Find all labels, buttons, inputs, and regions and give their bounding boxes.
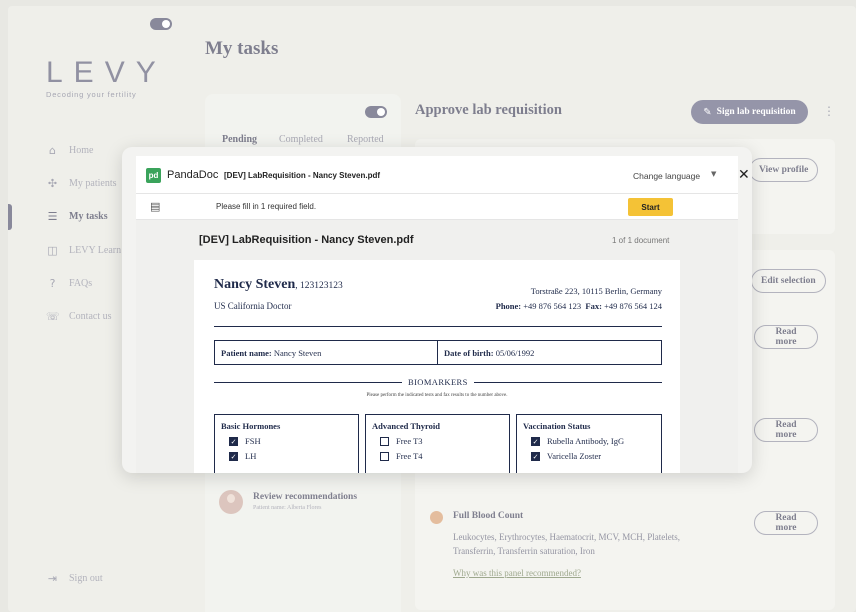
divider bbox=[474, 382, 662, 383]
checkbox-label: Free T4 bbox=[396, 451, 423, 461]
checkbox-label: Varicella Zoster bbox=[547, 451, 602, 461]
change-language-button[interactable]: Change language bbox=[633, 171, 700, 181]
section-vaccination-status: Vaccination Status ✓ Rubella Antibody, Ig… bbox=[516, 414, 662, 473]
document-count: 1 of 1 document bbox=[612, 236, 670, 245]
phone-value: +49 876 564 123 bbox=[523, 301, 582, 311]
doctor-id: , 123123123 bbox=[295, 281, 343, 291]
chevron-down-icon[interactable]: ▼ bbox=[711, 170, 716, 178]
dob-label: Date of birth: bbox=[444, 347, 494, 358]
document-name: [DEV] LabRequisition - Nancy Steven.pdf bbox=[199, 234, 414, 246]
patient-name-field: Patient name: Nancy Steven bbox=[214, 340, 438, 365]
checkbox-checked-icon[interactable]: ✓ bbox=[229, 436, 238, 446]
patient-value: Nancy Steven bbox=[273, 347, 322, 358]
checkbox-checked-icon[interactable]: ✓ bbox=[531, 436, 540, 446]
file-title: [DEV] LabRequisition - Nancy Steven.pdf bbox=[224, 171, 381, 180]
pandadoc-toolbar: ▤ Please fill in 1 required field. Start bbox=[136, 194, 738, 220]
doctor-role: US California Doctor bbox=[214, 301, 292, 311]
checkbox-row[interactable]: ✓ Varicella Zoster bbox=[531, 451, 661, 461]
doctor-contact: Phone: +49 876 564 123 Fax: +49 876 564 … bbox=[496, 301, 662, 311]
checkbox-label: Free T3 bbox=[396, 436, 423, 446]
phone-label: Phone: bbox=[495, 301, 522, 311]
section-title: Vaccination Status bbox=[523, 421, 591, 431]
divider bbox=[214, 382, 402, 383]
section-title: Advanced Thyroid bbox=[372, 421, 440, 431]
doctor-address: Torstraße 223, 10115 Berlin, Germany bbox=[530, 286, 662, 296]
dob-value: 05/06/1992 bbox=[495, 347, 535, 358]
pandadoc-logo-icon: pd bbox=[146, 168, 161, 183]
checkbox-row[interactable]: Free T4 bbox=[380, 451, 509, 461]
checkbox-row[interactable]: ✓ FSH bbox=[229, 436, 358, 446]
document-page: Nancy Steven, 123123123 US California Do… bbox=[194, 260, 680, 473]
biomarkers-label: BIOMARKERS bbox=[408, 377, 468, 387]
checkbox-checked-icon[interactable]: ✓ bbox=[531, 451, 540, 461]
start-button[interactable]: Start bbox=[628, 198, 673, 216]
section-advanced-thyroid: Advanced Thyroid Free T3 Free T4 bbox=[365, 414, 510, 473]
section-title: Basic Hormones bbox=[221, 421, 281, 431]
dob-field: Date of birth: 05/06/1992 bbox=[438, 340, 662, 365]
patient-label: Patient name: bbox=[221, 347, 272, 358]
checkbox-empty-icon[interactable] bbox=[380, 451, 389, 461]
biomarkers-note: Please perform the indicated tests and f… bbox=[366, 393, 508, 398]
pandadoc-brand: PandaDoc bbox=[167, 169, 219, 181]
pandadoc-modal: pd PandaDoc [DEV] LabRequisition - Nancy… bbox=[122, 147, 752, 473]
document-icon[interactable]: ▤ bbox=[150, 200, 160, 213]
doctor-name: Nancy Steven, 123123123 bbox=[214, 277, 343, 293]
divider bbox=[214, 326, 662, 327]
biomarkers-heading: BIOMARKERS bbox=[214, 377, 662, 387]
doctor-name-text: Nancy Steven bbox=[214, 277, 296, 292]
required-field-message: Please fill in 1 required field. bbox=[216, 202, 317, 211]
checkbox-checked-icon[interactable]: ✓ bbox=[229, 451, 238, 461]
checkbox-row[interactable]: Free T3 bbox=[380, 436, 509, 446]
document-viewer[interactable]: [DEV] LabRequisition - Nancy Steven.pdf … bbox=[136, 220, 738, 473]
checkbox-label: LH bbox=[245, 451, 257, 461]
fax-label: Fax: bbox=[585, 301, 602, 311]
checkbox-row[interactable]: ✓ LH bbox=[229, 451, 358, 461]
checkbox-empty-icon[interactable] bbox=[380, 436, 389, 446]
fax-value: +49 876 564 124 bbox=[604, 301, 662, 311]
close-icon[interactable]: ✕ bbox=[738, 168, 750, 182]
section-basic-hormones: Basic Hormones ✓ FSH ✓ LH bbox=[214, 414, 359, 473]
checkbox-label: Rubella Antibody, IgG bbox=[547, 436, 625, 446]
pandadoc-header: pd PandaDoc [DEV] LabRequisition - Nancy… bbox=[136, 156, 750, 194]
checkbox-row[interactable]: ✓ Rubella Antibody, IgG bbox=[531, 436, 661, 446]
checkbox-label: FSH bbox=[245, 436, 261, 446]
